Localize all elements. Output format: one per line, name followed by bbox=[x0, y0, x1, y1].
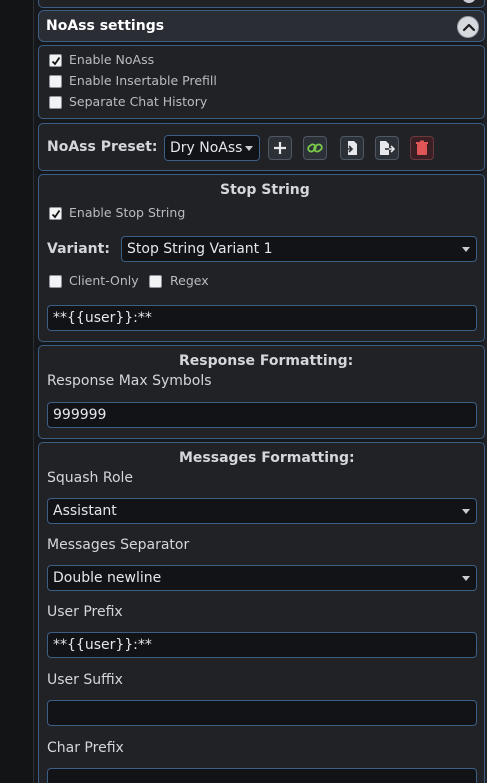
stop-string-title: Stop String bbox=[220, 182, 310, 198]
dropdown-arrow-icon bbox=[462, 247, 470, 252]
previous-section-edge bbox=[38, 0, 485, 8]
user-prefix-label: User Prefix bbox=[47, 604, 123, 620]
separate-chat-history-label: Separate Chat History bbox=[69, 94, 208, 109]
trash-icon bbox=[416, 140, 428, 155]
user-suffix-label: User Suffix bbox=[47, 672, 123, 688]
char-prefix-input[interactable] bbox=[47, 768, 477, 783]
delete-preset-button[interactable] bbox=[410, 136, 434, 160]
enable-stop-string-label: Enable Stop String bbox=[69, 205, 186, 220]
preset-label: NoAss Preset: bbox=[47, 139, 158, 155]
dropdown-arrow-icon bbox=[462, 509, 470, 514]
add-preset-button[interactable] bbox=[268, 136, 292, 160]
user-prefix-input[interactable]: **{{user}}:** bbox=[47, 632, 477, 658]
left-divider bbox=[33, 0, 34, 783]
link-icon bbox=[307, 143, 323, 153]
enable-insertable-prefill-checkbox[interactable] bbox=[49, 75, 62, 88]
messages-separator-label: Messages Separator bbox=[47, 537, 190, 553]
stop-string-input[interactable]: **{{user}}:** bbox=[47, 305, 477, 331]
previous-section-toggle[interactable] bbox=[462, 0, 476, 3]
enable-stop-string-checkbox[interactable] bbox=[49, 207, 62, 220]
response-max-symbols-label: Response Max Symbols bbox=[47, 373, 212, 389]
client-only-checkbox[interactable] bbox=[49, 275, 62, 288]
preset-select-value: Dry NoAss bbox=[170, 140, 243, 156]
messages-separator-value: Double newline bbox=[53, 570, 162, 586]
variant-select[interactable]: Stop String Variant 1 bbox=[121, 236, 477, 262]
user-suffix-input[interactable] bbox=[47, 700, 477, 726]
user-prefix-value: **{{user}}:** bbox=[53, 637, 152, 653]
enable-insertable-prefill-label: Enable Insertable Prefill bbox=[69, 73, 217, 88]
stop-string-value: **{{user}}:** bbox=[53, 310, 152, 326]
squash-role-select[interactable]: Assistant bbox=[47, 498, 477, 524]
plus-icon bbox=[274, 142, 286, 154]
response-formatting-title: Response Formatting: bbox=[179, 353, 354, 369]
messages-separator-select[interactable]: Double newline bbox=[47, 565, 477, 591]
variant-label: Variant: bbox=[47, 241, 110, 257]
squash-role-value: Assistant bbox=[53, 503, 117, 519]
response-max-symbols-value: 999999 bbox=[53, 407, 107, 423]
dropdown-arrow-icon bbox=[462, 576, 470, 581]
regex-label: Regex bbox=[170, 273, 209, 288]
client-only-label: Client-Only bbox=[69, 273, 139, 288]
separate-chat-history-checkbox[interactable] bbox=[49, 96, 62, 109]
import-icon bbox=[345, 141, 357, 155]
squash-role-label: Squash Role bbox=[47, 470, 134, 486]
char-prefix-label: Char Prefix bbox=[47, 740, 124, 756]
noass-settings-header[interactable]: NoAss settings bbox=[38, 10, 485, 42]
export-preset-button[interactable] bbox=[375, 136, 399, 160]
collapse-button[interactable] bbox=[457, 16, 479, 38]
response-max-symbols-input[interactable]: 999999 bbox=[47, 402, 477, 428]
preset-select[interactable]: Dry NoAss bbox=[164, 135, 260, 161]
export-icon bbox=[380, 141, 395, 155]
import-preset-button[interactable] bbox=[340, 136, 364, 160]
section-title: NoAss settings bbox=[46, 18, 165, 34]
link-preset-button[interactable] bbox=[303, 136, 327, 160]
check-icon bbox=[51, 209, 61, 219]
check-icon bbox=[51, 56, 61, 66]
enable-noass-checkbox[interactable] bbox=[49, 54, 62, 67]
regex-checkbox[interactable] bbox=[149, 275, 162, 288]
left-sidebar-strip bbox=[0, 0, 33, 783]
enable-noass-label: Enable NoAss bbox=[69, 52, 155, 67]
dropdown-arrow-icon bbox=[245, 146, 253, 151]
messages-formatting-title: Messages Formatting: bbox=[179, 450, 355, 466]
variant-select-value: Stop String Variant 1 bbox=[127, 241, 273, 257]
chevron-up-icon bbox=[462, 23, 476, 32]
